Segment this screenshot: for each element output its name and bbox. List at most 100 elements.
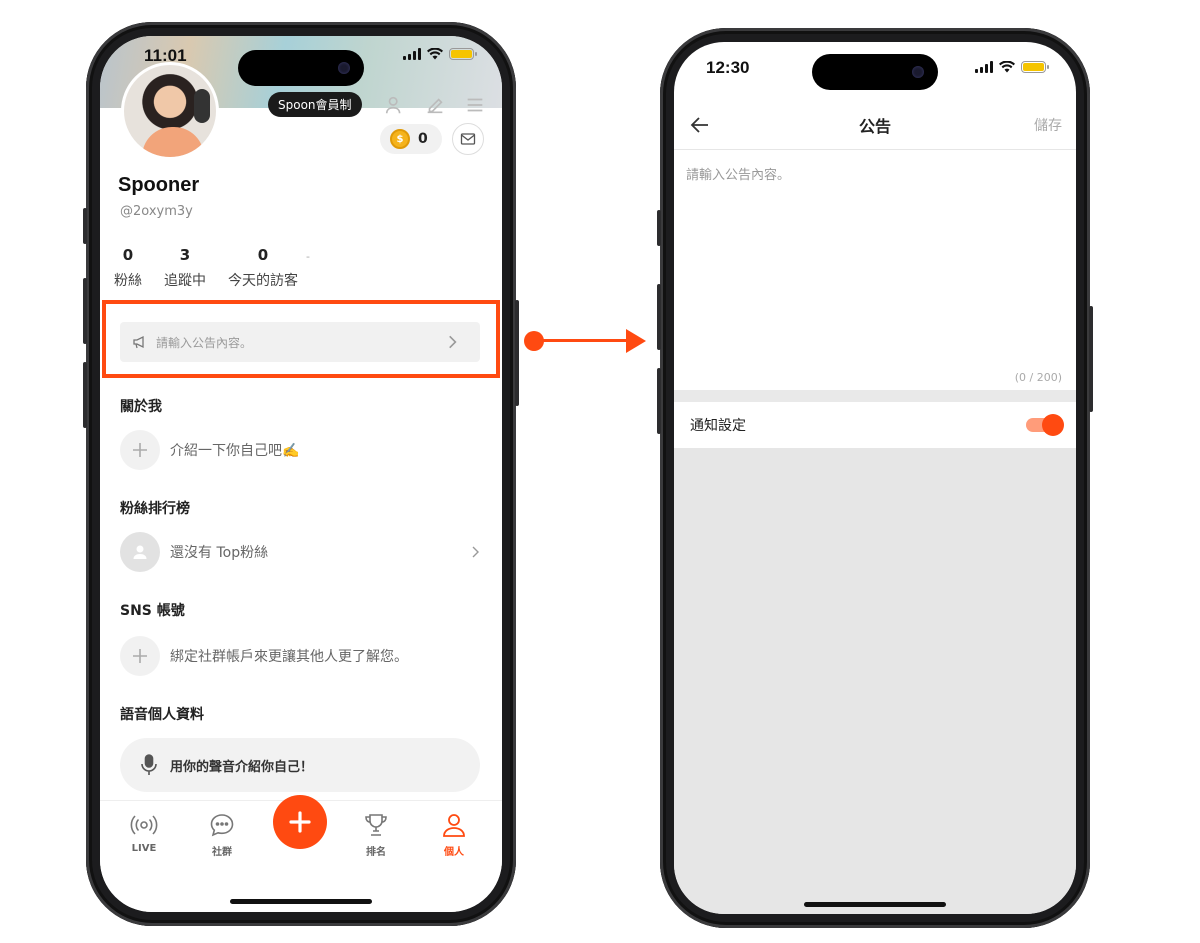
- side-button: [657, 368, 661, 434]
- side-button: [1089, 306, 1093, 412]
- megaphone-icon: [133, 335, 144, 349]
- tab-community[interactable]: 社群: [192, 811, 252, 858]
- side-button: [657, 284, 661, 350]
- coin-balance[interactable]: $ 0: [380, 124, 442, 154]
- notification-setting-label: 通知設定: [690, 418, 746, 434]
- chat-bubble-icon: [210, 814, 234, 837]
- message-button[interactable]: [452, 123, 484, 155]
- tab-label: 社群: [212, 847, 232, 858]
- dynamic-island: [812, 54, 938, 90]
- page-title: 公告: [858, 116, 891, 136]
- stat-value: 0: [122, 246, 134, 264]
- wifi-icon: [999, 61, 1015, 73]
- nav-bar: 公告 儲存: [674, 100, 1076, 150]
- chevron-right-icon: [449, 335, 457, 349]
- status-time: 12:30: [706, 58, 750, 77]
- plus-icon: [289, 811, 311, 833]
- membership-tooltip[interactable]: Spoon會員制: [268, 92, 362, 117]
- stat-label: 追蹤中: [164, 273, 206, 289]
- home-indicator: [230, 899, 372, 904]
- tab-label: 排名: [366, 847, 386, 858]
- person-icon: [133, 545, 147, 559]
- broadcast-icon: [130, 815, 158, 835]
- plus-icon: [133, 649, 147, 663]
- profile-screen: 11:01 Spoon會員制 $ 0 Spooner @2oxym3y 0 粉絲…: [100, 36, 502, 912]
- tab-live[interactable]: LIVE: [114, 811, 174, 854]
- side-button: [515, 300, 519, 406]
- status-icons: [975, 61, 1049, 73]
- profile-stats: 0 粉絲 3 追蹤中 0 - 今天的訪客: [114, 246, 320, 290]
- side-button: [83, 362, 87, 428]
- notice-placeholder: 請輸入公告內容。: [686, 168, 791, 183]
- stat-value: 0: [257, 246, 269, 264]
- arrow-line: [540, 339, 630, 342]
- voice-text: 用你的聲音介紹你自己！: [170, 759, 314, 775]
- save-button[interactable]: 儲存: [1034, 115, 1062, 135]
- tab-ranking[interactable]: 排名: [346, 811, 406, 858]
- stat-label: 今天的訪客: [228, 273, 298, 289]
- tab-label: 個人: [444, 847, 464, 858]
- chevron-right-icon: [472, 546, 479, 558]
- notice-textarea[interactable]: 請輸入公告內容。 (0 / 200): [674, 150, 1076, 390]
- fans-text: 還沒有 Top粉絲: [170, 545, 269, 561]
- section-title-about: 關於我: [120, 399, 162, 415]
- envelope-icon: [460, 133, 476, 145]
- signal-icon: [975, 61, 993, 73]
- avatar[interactable]: [121, 62, 219, 160]
- tab-label: LIVE: [131, 843, 157, 854]
- about-row[interactable]: 介紹一下你自己吧✍️: [120, 430, 480, 470]
- char-counter: (0 / 200): [1014, 371, 1062, 384]
- header-actions: [384, 94, 486, 116]
- notice-screen: 12:30 公告 儲存 請輸入公告內容。 (0 / 200) 通知設定: [674, 42, 1076, 914]
- microphone-icon: [141, 754, 157, 775]
- person-check-icon[interactable]: [384, 94, 406, 116]
- stat-value: 3: [179, 246, 191, 264]
- create-button[interactable]: [273, 795, 327, 849]
- profile-name: Spooner: [118, 174, 200, 196]
- coin-icon: $: [390, 129, 410, 149]
- trophy-icon: [365, 814, 387, 836]
- section-title-sns: SNS 帳號: [120, 603, 185, 619]
- phone-frame-right: 12:30 公告 儲存 請輸入公告內容。 (0 / 200) 通知設定: [657, 28, 1093, 928]
- home-indicator: [804, 902, 946, 907]
- stat-suffix: -: [306, 250, 310, 263]
- back-arrow-icon[interactable]: [688, 113, 712, 137]
- signal-icon: [403, 48, 421, 60]
- add-button[interactable]: [120, 430, 160, 470]
- voice-profile-button[interactable]: 用你的聲音介紹你自己！: [120, 738, 480, 792]
- edit-icon[interactable]: [424, 94, 446, 116]
- add-button[interactable]: [120, 636, 160, 676]
- battery-icon: [449, 48, 477, 60]
- phone-frame-left: 11:01 Spoon會員制 $ 0 Spooner @2oxym3y 0 粉絲…: [83, 22, 519, 926]
- stat-label: 粉絲: [114, 273, 142, 289]
- tab-bar: LIVE 社群 排名 個人: [100, 795, 502, 912]
- tab-profile[interactable]: 個人: [424, 811, 484, 858]
- arrow-head: [626, 329, 646, 353]
- section-title-voice: 語音個人資料: [120, 707, 204, 723]
- wifi-icon: [427, 48, 443, 60]
- divider: [674, 390, 1076, 402]
- stat-visitors[interactable]: 0 - 今天的訪客: [228, 246, 310, 290]
- empty-area: [674, 448, 1076, 914]
- side-button: [83, 208, 87, 244]
- plus-icon: [133, 443, 147, 457]
- stat-following[interactable]: 3 追蹤中: [164, 246, 206, 290]
- section-title-fans: 粉絲排行榜: [120, 501, 190, 517]
- avatar-placeholder: [120, 532, 160, 572]
- status-icons: [403, 48, 477, 60]
- dynamic-island: [238, 50, 364, 86]
- about-text: 介紹一下你自己吧✍️: [170, 443, 300, 459]
- menu-icon[interactable]: [464, 94, 486, 116]
- profile-handle: @2oxym3y: [120, 204, 193, 219]
- fans-row[interactable]: 還沒有 Top粉絲: [120, 532, 480, 572]
- stat-fans[interactable]: 0 粉絲: [114, 246, 142, 290]
- notice-row[interactable]: 請輸入公告內容。: [120, 322, 480, 362]
- notification-toggle[interactable]: [1026, 414, 1064, 436]
- sns-text: 綁定社群帳戶來更讓其他人更了解您。: [170, 649, 408, 665]
- battery-icon: [1021, 61, 1049, 73]
- sns-row[interactable]: 綁定社群帳戶來更讓其他人更了解您。: [120, 636, 480, 676]
- notice-placeholder: 請輸入公告內容。: [156, 335, 253, 350]
- side-button: [657, 210, 661, 246]
- notification-setting-row: 通知設定: [674, 402, 1076, 448]
- coin-count: 0: [418, 131, 428, 147]
